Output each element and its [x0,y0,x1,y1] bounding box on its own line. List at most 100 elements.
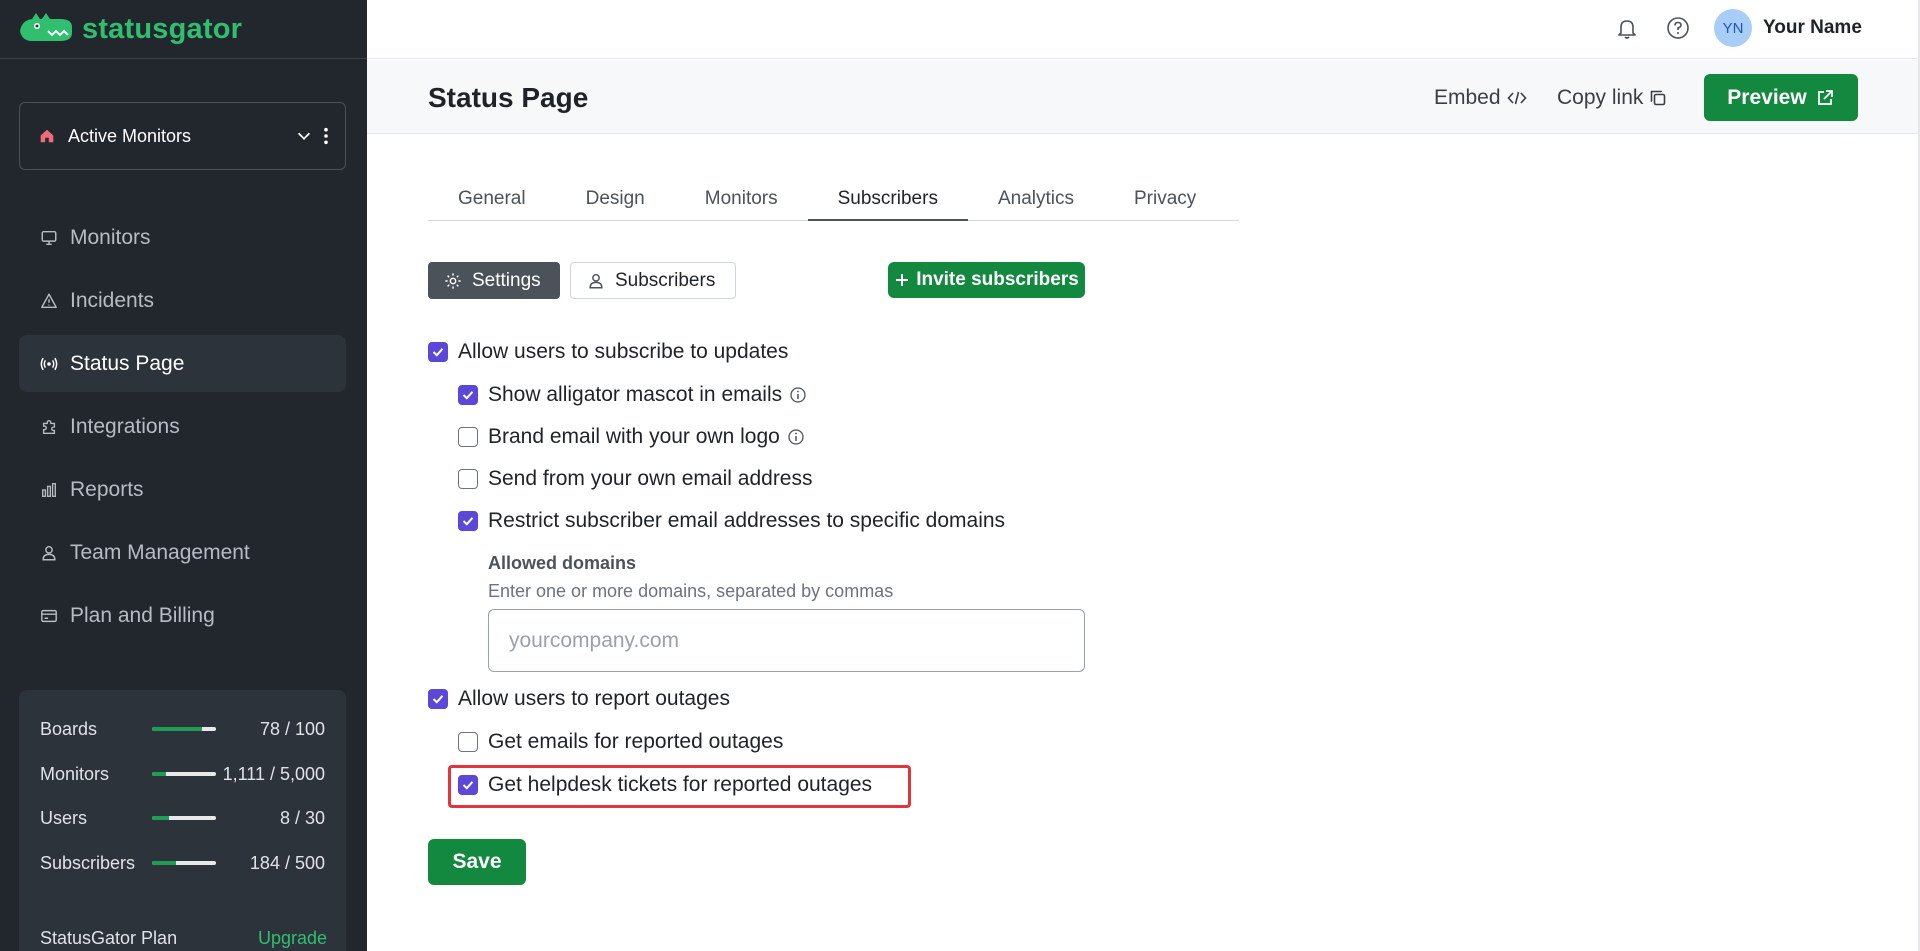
tab-general[interactable]: General [428,185,556,221]
sidebar: statusgator Active Monitors Monitors Inc… [0,0,367,951]
check-icon [462,517,474,526]
chevron-down-icon[interactable] [295,127,313,145]
usage-label: Monitors [40,763,110,784]
show-mascot-checkbox[interactable] [458,385,478,405]
sidebar-item-plan-and-billing[interactable]: Plan and Billing [19,587,346,644]
upgrade-link[interactable]: Upgrade [258,928,327,949]
preview-label: Preview [1727,85,1807,109]
plus-icon [896,274,909,286]
option-allow-subscribe[interactable]: Allow users to subscribe to updates [428,340,788,364]
broadcast-icon [40,357,58,370]
sidebar-item-integrations[interactable]: Integrations [19,398,346,455]
invite-subscribers-label: Invite subscribers [916,269,1079,290]
copy-link-button[interactable]: Copy link [1557,86,1667,110]
sidebar-item-label: Status Page [70,351,185,375]
usage-label: Subscribers [40,852,136,873]
option-restrict-domains[interactable]: Restrict subscriber email addresses to s… [458,509,1005,533]
option-show-mascot[interactable]: Show alligator mascot in emails [458,383,807,407]
copy-icon [1651,90,1666,106]
monitor-group-label: Active Monitors [68,125,192,146]
usage-bar-fill [152,772,167,776]
warning-icon [41,293,57,308]
save-button[interactable]: Save [428,839,526,885]
embed-button[interactable]: Embed [1434,86,1527,110]
usage-value: 78 / 100 [259,718,325,739]
avatar[interactable]: YN [1714,9,1752,47]
sidebar-item-status-page[interactable]: Status Page [19,335,346,392]
option-brand-logo[interactable]: Brand email with your own logo [458,425,805,449]
copy-link-label: Copy link [1557,86,1644,109]
usage-bar [152,772,216,776]
sidebar-item-label: Incidents [70,288,155,312]
sidebar-item-reports[interactable]: Reports [19,461,346,518]
tab-analytics[interactable]: Analytics [968,185,1104,221]
allowed-domains-help: Enter one or more domains, separated by … [488,581,894,601]
usage-bar-fill [152,816,170,820]
report-emails-checkbox[interactable] [458,732,478,752]
usage-bar-fill [152,727,202,731]
monitor-group-select[interactable]: Active Monitors [19,102,346,170]
help-icon[interactable] [1665,15,1691,41]
tab-monitors[interactable]: Monitors [675,185,808,221]
usage-bar [152,816,216,820]
subscribers-subtab-label: Subscribers [615,269,716,291]
credit-card-icon [41,609,57,622]
preview-button[interactable]: Preview [1704,74,1858,121]
option-own-email[interactable]: Send from your own email address [458,467,813,491]
settings-subtab[interactable]: Settings [428,262,560,299]
tab-design[interactable]: Design [556,185,675,221]
check-icon [462,391,474,400]
puzzle-icon [42,419,56,434]
show-mascot-label: Show alligator mascot in emails [488,383,783,406]
usage-bar [152,727,216,731]
plan-label: StatusGator Plan [40,928,178,948]
top-bar: YN Your Name [367,0,1920,59]
usage-row-subscribers: Subscribers 184 / 500 [40,851,325,875]
usage-panel: Boards 78 / 100 Monitors 1,111 / 5,000 U… [19,690,346,951]
embed-label: Embed [1434,86,1501,109]
user-icon [589,273,603,288]
usage-row-users: Users 8 / 30 [40,806,325,830]
bell-icon[interactable] [1615,16,1639,40]
sidebar-item-incidents[interactable]: Incidents [19,272,346,329]
page-header: Status Page Embed Copy link Preview [367,60,1920,134]
sidebar-item-monitors[interactable]: Monitors [19,209,346,266]
check-icon [432,348,444,357]
own-email-checkbox[interactable] [458,469,478,489]
restrict-domains-checkbox[interactable] [458,511,478,531]
allow-subscribe-checkbox[interactable] [428,342,448,362]
settings-subtab-label: Settings [472,269,541,291]
subscribers-subtab[interactable]: Subscribers [570,262,736,299]
more-vertical-icon[interactable] [323,127,329,145]
report-helpdesk-checkbox[interactable] [458,775,478,795]
tab-subscribers[interactable]: Subscribers [807,185,968,221]
option-report-helpdesk[interactable]: Get helpdesk tickets for reported outage… [458,773,872,797]
sidebar-divider [0,58,367,59]
invite-subscribers-button[interactable]: Invite subscribers [888,262,1085,298]
sidebar-item-label: Integrations [70,414,180,438]
info-icon[interactable] [789,386,807,404]
option-report-emails[interactable]: Get emails for reported outages [458,730,783,754]
allowed-domains-label: Allowed domains [488,553,637,573]
usage-bar-fill [152,861,176,865]
usage-label: Users [40,807,88,828]
status-page-tabs: General Design Monitors Subscribers Anal… [428,185,1239,221]
report-emails-label: Get emails for reported outages [488,730,784,753]
logo[interactable]: statusgator [18,10,242,48]
logo-text: statusgator [82,12,243,45]
page-title: Status Page [428,82,589,113]
report-helpdesk-label: Get helpdesk tickets for reported outage… [488,773,873,796]
info-icon[interactable] [787,428,805,446]
sidebar-nav: Monitors Incidents Status Page Integrati… [19,209,346,650]
user-name[interactable]: Your Name [1763,17,1862,39]
code-icon [1506,91,1527,105]
brand-logo-label: Brand email with your own logo [488,425,780,448]
tab-privacy[interactable]: Privacy [1104,185,1226,221]
allowed-domains-input[interactable] [488,609,1085,672]
alligator-logo-icon [20,13,72,41]
allow-report-checkbox[interactable] [428,689,448,709]
brand-logo-checkbox[interactable] [458,427,478,447]
usage-value: 184 / 500 [249,852,325,873]
option-allow-report[interactable]: Allow users to report outages [428,687,730,711]
sidebar-item-team-management[interactable]: Team Management [19,524,346,581]
